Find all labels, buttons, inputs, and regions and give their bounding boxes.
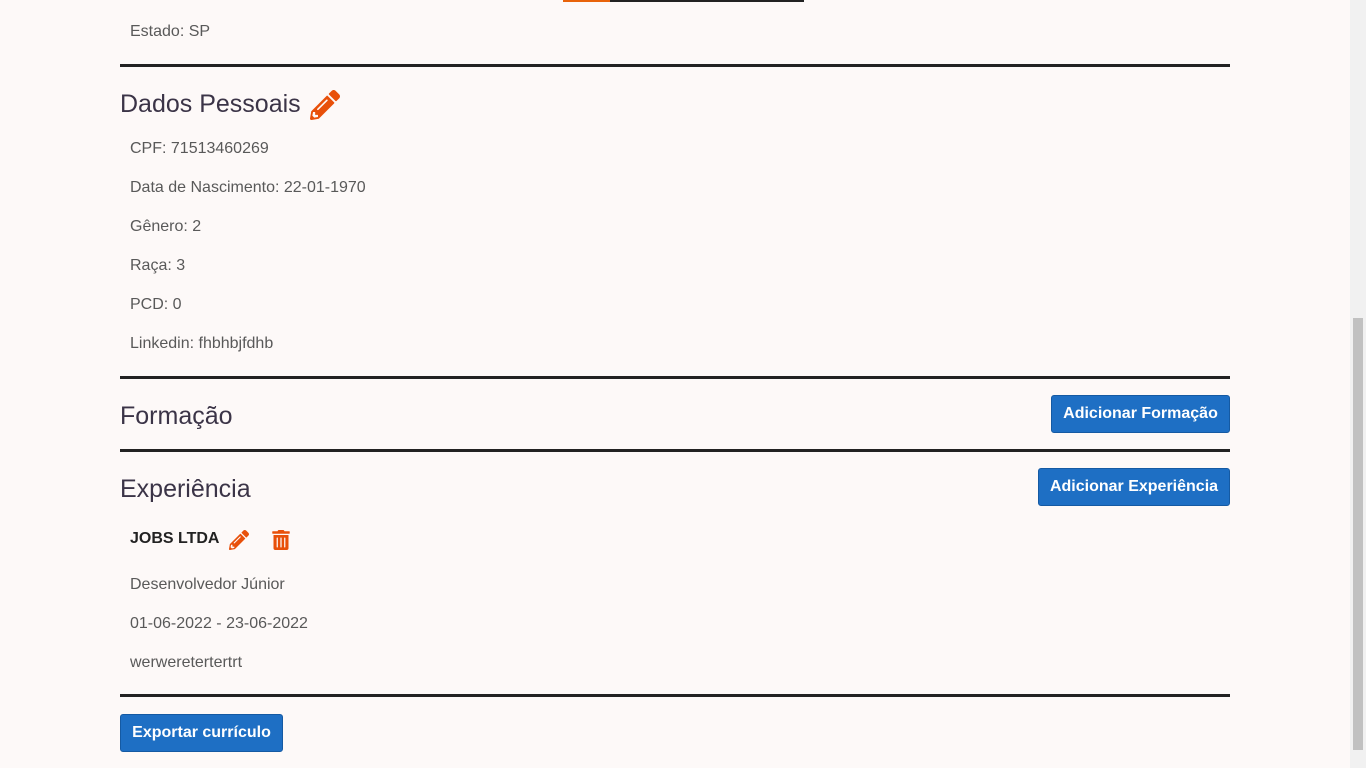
job-period: 01-06-2022 - 23-06-2022 xyxy=(130,615,308,632)
birthdate-field: Data de Nascimento: 22-01-1970 xyxy=(130,179,366,196)
gender-field: Gênero: 2 xyxy=(130,218,202,235)
personal-data-title: Dados Pessoais xyxy=(120,90,301,118)
cpf-field: CPF: 71513460269 xyxy=(130,140,269,157)
add-experience-button[interactable]: Adicionar Experiência xyxy=(1038,468,1230,506)
resume-page: Estado: SP Dados Pessoais CPF: 715134602… xyxy=(0,0,1350,768)
cut-off-element xyxy=(563,0,804,2)
section-divider xyxy=(120,376,1230,379)
section-divider xyxy=(120,694,1230,697)
scrollbar-thumb[interactable] xyxy=(1353,318,1363,750)
cut-off-accent xyxy=(563,0,610,2)
section-divider xyxy=(120,449,1230,452)
add-education-button[interactable]: Adicionar Formação xyxy=(1051,395,1230,433)
vertical-scrollbar[interactable] xyxy=(1350,0,1366,768)
company-name: JOBS LTDA xyxy=(130,530,220,547)
pencil-icon[interactable] xyxy=(229,530,249,550)
job-role: Desenvolvedor Júnior xyxy=(130,576,285,593)
experience-title: Experiência xyxy=(120,475,251,503)
state-field: Estado: SP xyxy=(130,23,211,40)
export-resume-button[interactable]: Exportar currículo xyxy=(120,714,283,752)
job-description: werweretertertrt xyxy=(130,654,243,671)
education-title: Formação xyxy=(120,402,233,430)
pcd-field: PCD: 0 xyxy=(130,296,182,313)
race-field: Raça: 3 xyxy=(130,257,186,274)
section-divider xyxy=(120,64,1230,67)
trash-icon[interactable] xyxy=(272,530,290,550)
pencil-icon[interactable] xyxy=(310,90,340,120)
linkedin-field: Linkedin: fhbhbjfdhb xyxy=(130,335,274,352)
